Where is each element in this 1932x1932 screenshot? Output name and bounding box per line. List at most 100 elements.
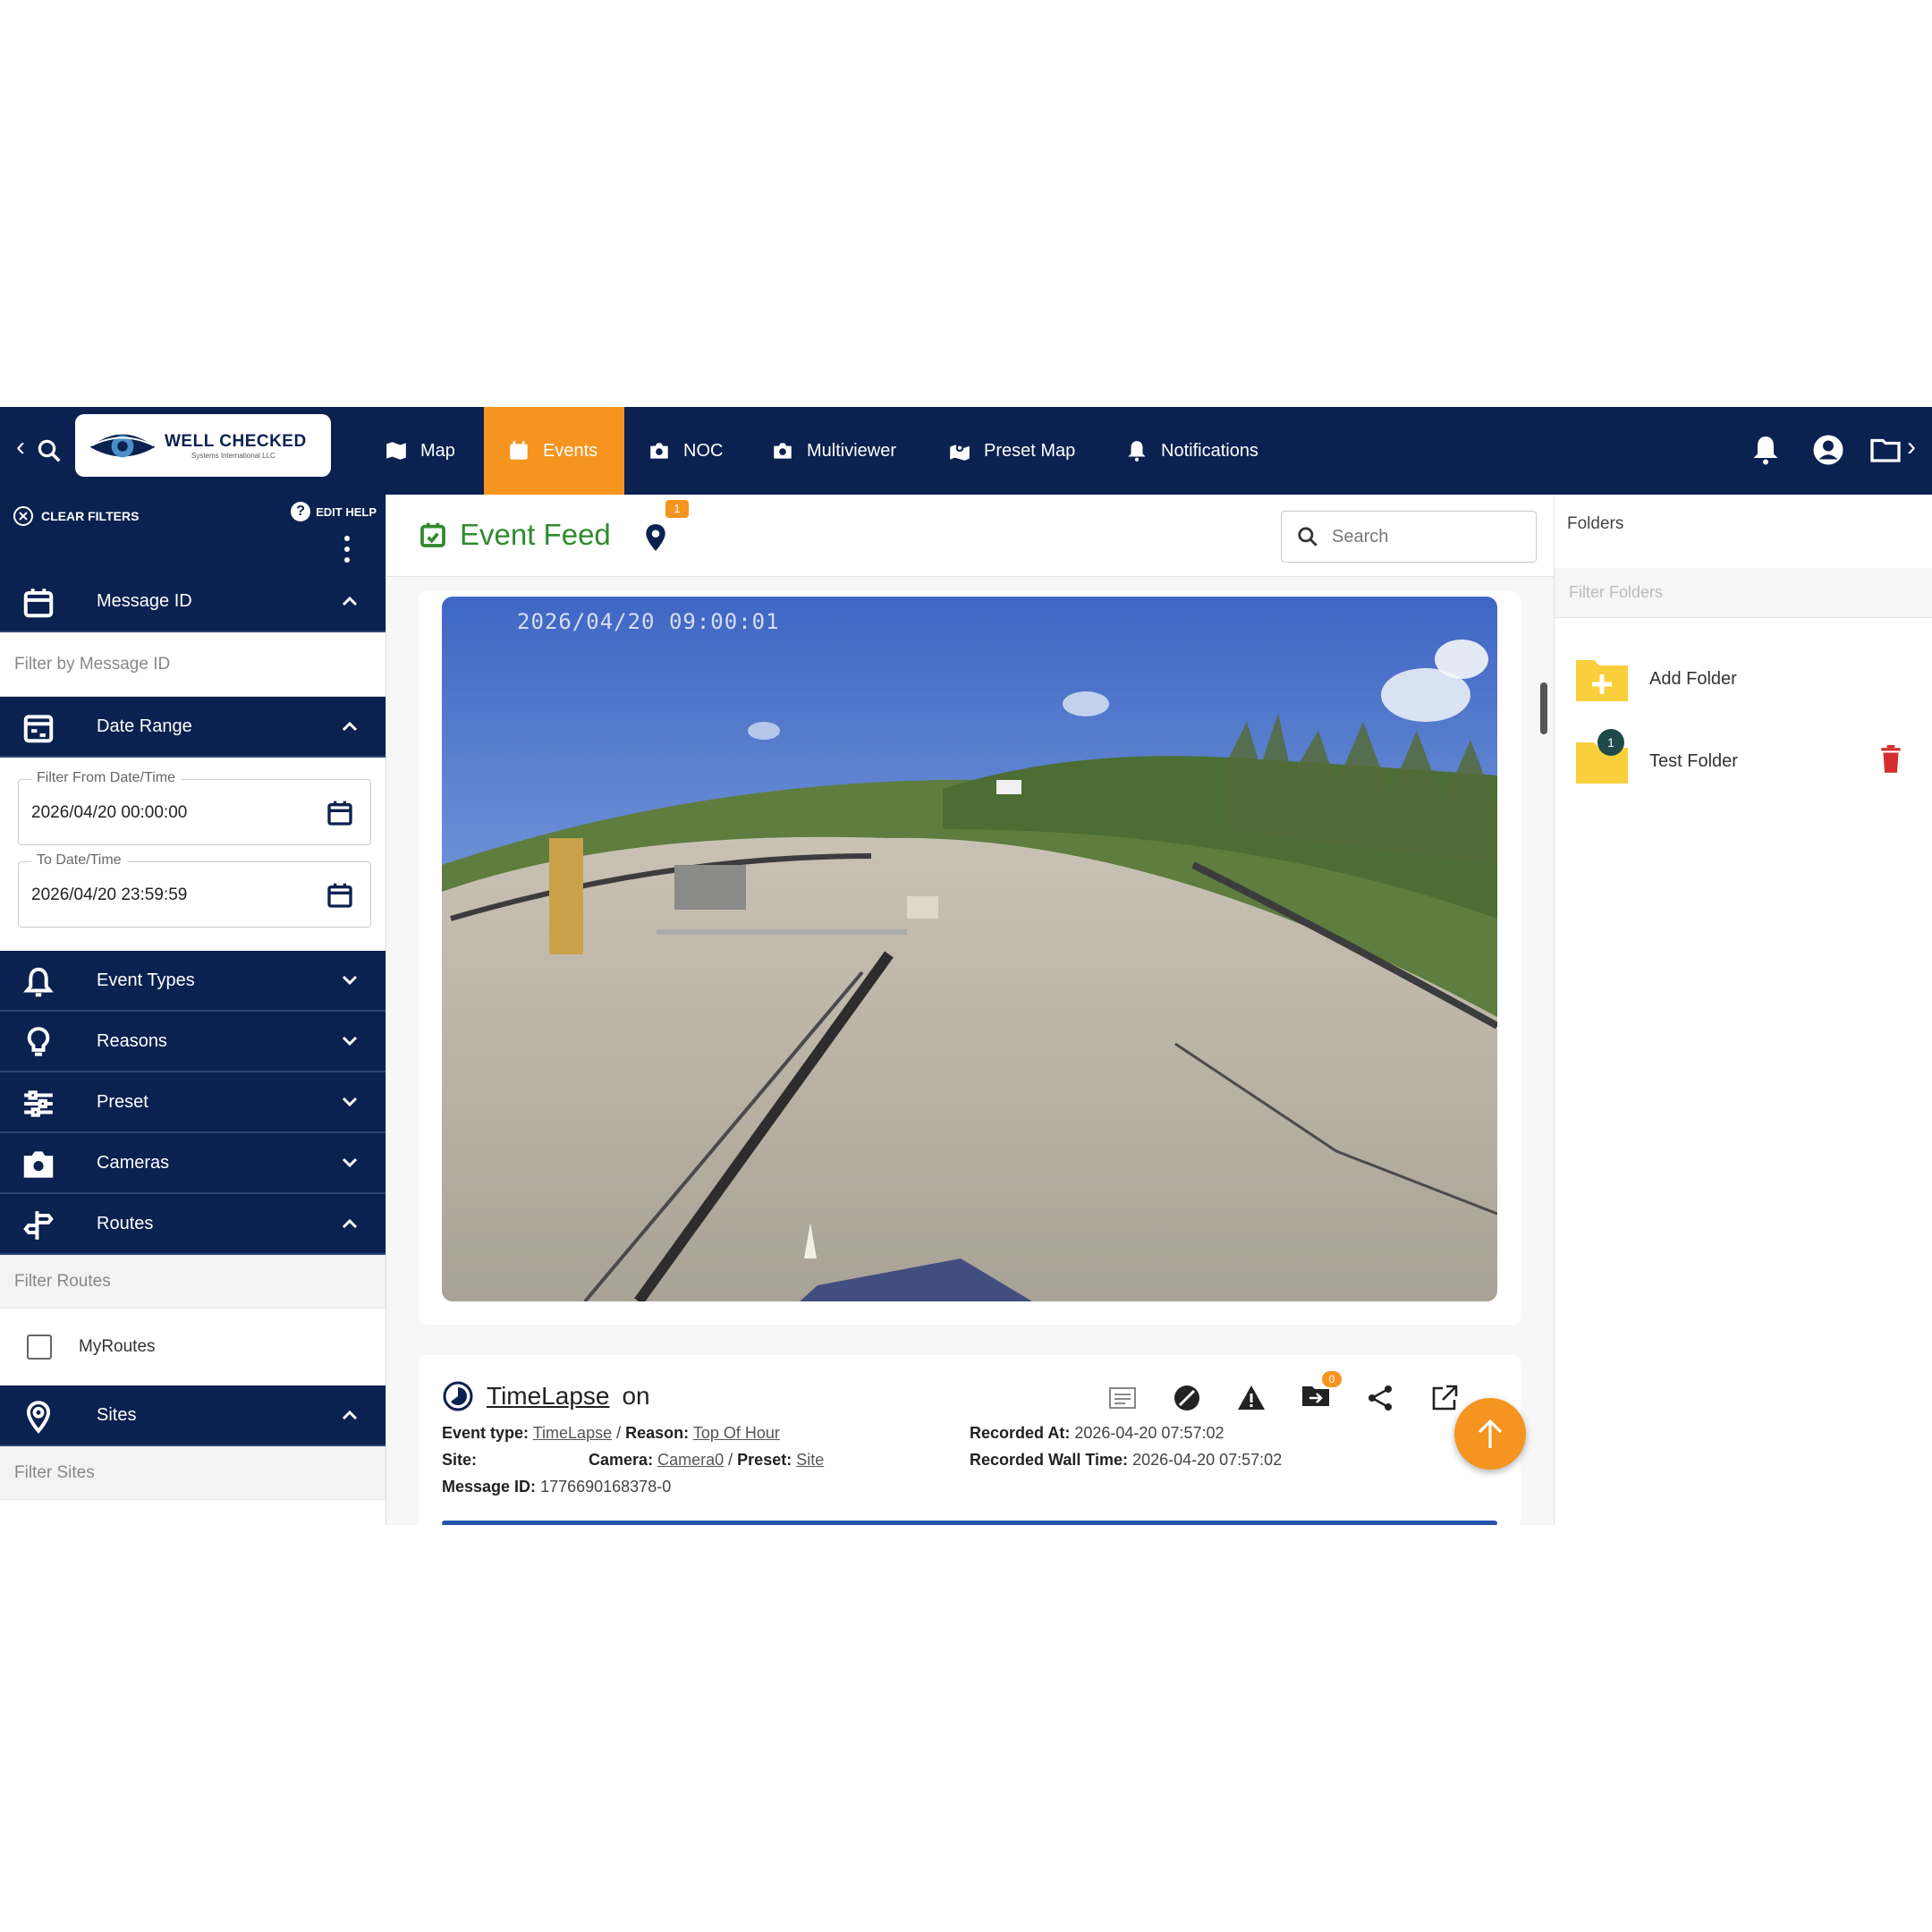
clear-filters-label: CLEAR FILTERS xyxy=(41,509,140,523)
section-reasons-label: Reasons xyxy=(97,1030,167,1051)
top-nav: ‹ WELL CHECKED Systems International LLC… xyxy=(0,407,1932,495)
search-icon[interactable] xyxy=(36,437,63,464)
search-field[interactable] xyxy=(1281,511,1537,563)
add-to-folder-action[interactable]: 0 xyxy=(1301,1371,1342,1415)
share-icon[interactable] xyxy=(1365,1383,1395,1413)
preset-link[interactable]: Site xyxy=(796,1451,824,1469)
calendar-icon[interactable] xyxy=(326,798,354,828)
nav-preset-map[interactable]: Preset Map xyxy=(925,407,1098,495)
map-icon xyxy=(386,442,406,460)
bell-icon xyxy=(1128,441,1146,462)
myroutes-checkbox[interactable] xyxy=(27,1335,52,1360)
nav-map[interactable]: Map xyxy=(361,407,479,495)
folders-title: Folders xyxy=(1567,514,1624,533)
calendar-icon xyxy=(510,441,528,460)
section-preset-label: Preset xyxy=(97,1091,148,1112)
section-sites[interactable]: Sites xyxy=(0,1385,386,1446)
section-date-range-label: Date Range xyxy=(97,716,192,736)
search-icon xyxy=(1298,527,1318,547)
arrow-up-icon xyxy=(1478,1419,1503,1448)
wall-time-value: 2026-04-20 07:57:02 xyxy=(1132,1451,1283,1469)
nav-notifications[interactable]: Notifications xyxy=(1102,407,1282,495)
chevron-left-icon[interactable]: ‹ xyxy=(16,434,25,461)
to-date-field[interactable]: To Date/Time 2026/04/20 23:59:59 xyxy=(18,852,371,928)
section-cameras[interactable]: Cameras xyxy=(0,1133,386,1194)
section-date-range[interactable]: Date Range xyxy=(0,697,386,758)
message-id-filter-input[interactable]: Filter by Message ID xyxy=(0,632,386,697)
feed-scrollbar[interactable] xyxy=(1540,682,1547,734)
from-date-field[interactable]: Filter From Date/Time 2026/04/20 00:00:0… xyxy=(18,770,371,845)
account-circle-icon[interactable] xyxy=(1812,434,1844,466)
lightbulb-icon xyxy=(27,1027,50,1056)
block-icon[interactable] xyxy=(1172,1383,1202,1413)
routes-filter-input[interactable]: Filter Routes xyxy=(0,1255,386,1309)
event-type-link[interactable]: TimeLapse xyxy=(533,1424,612,1442)
section-event-types[interactable]: Event Types xyxy=(0,951,386,1012)
notes-icon[interactable] xyxy=(1107,1383,1138,1413)
open-in-new-icon[interactable] xyxy=(1429,1383,1460,1413)
folder-item[interactable]: 1 Test Folder xyxy=(1555,720,1932,802)
folder-name: Test Folder xyxy=(1649,750,1738,771)
edit-help-button[interactable]: ? EDIT HELP xyxy=(291,502,377,521)
nav-events[interactable]: Events xyxy=(484,407,624,495)
map-marker-icon xyxy=(950,444,970,461)
folder-count-badge: 0 xyxy=(1322,1371,1342,1387)
sites-filter-input[interactable]: Filter Sites xyxy=(0,1446,386,1500)
preset-label: Preset: xyxy=(737,1451,792,1469)
event-type-title-link[interactable]: TimeLapse xyxy=(487,1382,609,1411)
section-sites-label: Sites xyxy=(97,1404,137,1425)
event-image-card: 2026/04/20 09:00:01 xyxy=(419,591,1521,1325)
timelapse-icon xyxy=(443,1381,473,1411)
pin-count-badge: 1 xyxy=(665,500,689,518)
close-circle-icon xyxy=(13,506,33,526)
warning-icon[interactable] xyxy=(1236,1383,1267,1413)
section-reasons[interactable]: Reasons xyxy=(0,1012,386,1072)
sidebar-toolbar: CLEAR FILTERS ? EDIT HELP xyxy=(0,495,386,572)
site-label: Site: xyxy=(442,1451,478,1469)
section-preset[interactable]: Preset xyxy=(0,1072,386,1133)
route-option-myroutes[interactable]: MyRoutes xyxy=(0,1309,386,1385)
nav-multiviewer[interactable]: Multiviewer xyxy=(748,407,919,495)
bell-icon[interactable] xyxy=(1750,434,1782,466)
folders-panel: Folders Filter Folders Add Folder 1 Test… xyxy=(1554,495,1932,1525)
event-feed-panel: Event Feed 1 Search 2026/04/20 09:00:01 … xyxy=(386,495,1554,1525)
brand-logo[interactable]: WELL CHECKED Systems International LLC xyxy=(75,414,331,477)
add-folder-button[interactable]: Add Folder xyxy=(1555,638,1932,720)
recorded-at-label: Recorded At: xyxy=(970,1424,1071,1442)
next-card-edge xyxy=(442,1521,1497,1525)
location-pin-icon xyxy=(26,1401,51,1434)
trash-icon[interactable] xyxy=(1879,745,1902,774)
separator: / xyxy=(616,1424,622,1442)
signpost-icon xyxy=(23,1211,54,1240)
section-routes[interactable]: Routes xyxy=(0,1194,386,1255)
image-timestamp: 2026/04/20 09:00:01 xyxy=(517,609,780,634)
section-message-id[interactable]: Message ID xyxy=(0,572,386,632)
feed-header: Event Feed 1 xyxy=(386,495,1554,577)
to-date-value: 2026/04/20 23:59:59 xyxy=(31,886,188,904)
section-cameras-label: Cameras xyxy=(97,1152,170,1173)
chevron-right-icon[interactable]: › xyxy=(1907,434,1916,461)
camera-snapshot[interactable]: 2026/04/20 09:00:01 xyxy=(442,597,1497,1301)
nav-noc[interactable]: NOC xyxy=(624,407,746,495)
nav-notifications-label: Notifications xyxy=(1161,440,1258,461)
nav-events-label: Events xyxy=(543,440,598,461)
folder-filter-input[interactable]: Filter Folders xyxy=(1555,568,1932,618)
app-window: ‹ WELL CHECKED Systems International LLC… xyxy=(0,407,1932,1525)
chevron-up-icon xyxy=(342,596,358,606)
page-title-text: Event Feed xyxy=(460,518,611,551)
more-vert-icon[interactable] xyxy=(344,536,352,563)
event-details-card: TimeLapse on 0 Event type: TimeLapse / R… xyxy=(419,1355,1521,1525)
chevron-down-icon xyxy=(342,1097,358,1107)
reason-link[interactable]: Top Of Hour xyxy=(693,1424,780,1442)
folder-count-badge: 1 xyxy=(1597,729,1624,756)
scroll-to-top-button[interactable] xyxy=(1454,1398,1526,1470)
sliders-icon xyxy=(24,1090,53,1117)
search-input[interactable] xyxy=(1332,526,1511,547)
recorded-at-value: 2026-04-20 07:57:02 xyxy=(1074,1424,1224,1442)
map-pin-icon[interactable] xyxy=(644,523,667,552)
folder-icon[interactable] xyxy=(1869,434,1902,466)
message-id-value: 1776690168378-0 xyxy=(540,1478,672,1496)
camera-link[interactable]: Camera0 xyxy=(657,1451,724,1469)
clear-filters-button[interactable]: CLEAR FILTERS xyxy=(13,505,139,527)
calendar-icon[interactable] xyxy=(326,880,354,911)
